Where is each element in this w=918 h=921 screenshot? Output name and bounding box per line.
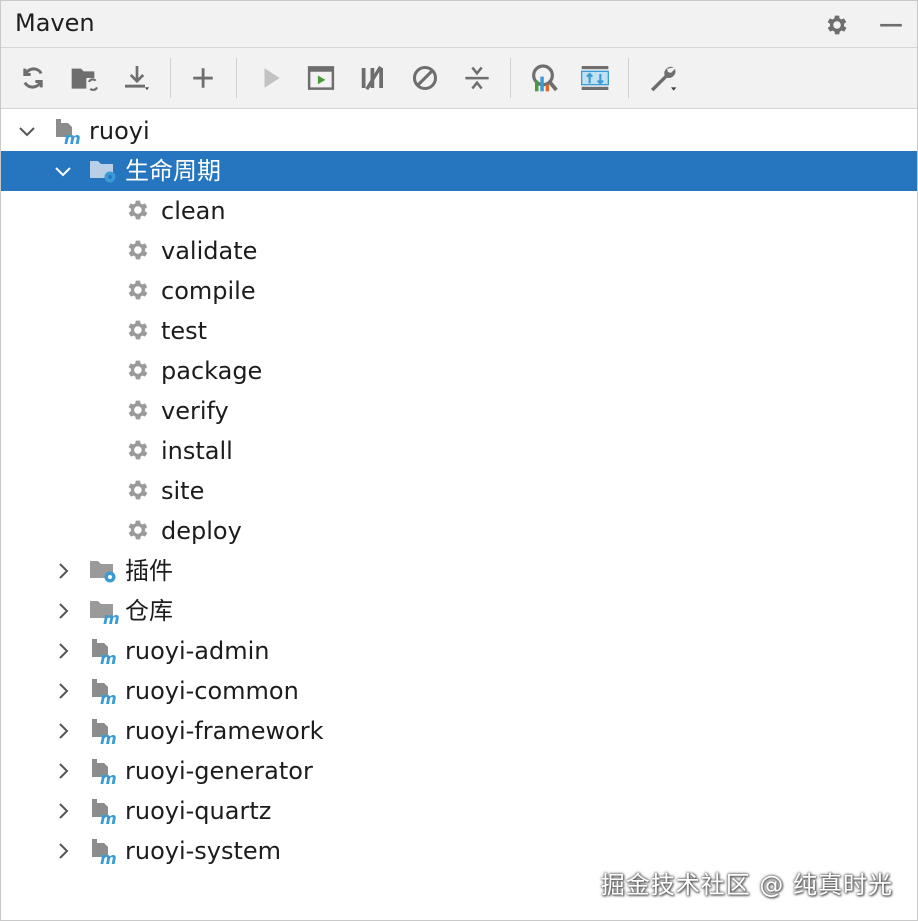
lifecycle-folder-icon: [89, 157, 117, 185]
svg-text:m: m: [100, 809, 117, 825]
plugins-folder-icon: [89, 557, 117, 585]
phase-label: deploy: [161, 517, 242, 545]
maven-module-icon: m: [89, 717, 117, 748]
tree-row-phase[interactable]: test: [1, 311, 917, 351]
maven-module-icon: m: [89, 637, 117, 668]
tree-row-module[interactable]: m ruoyi-common: [1, 671, 917, 711]
module-label: ruoyi-framework: [125, 717, 324, 745]
tree-row-repositories[interactable]: m 仓库: [1, 591, 917, 631]
chevron-right-icon[interactable]: [51, 839, 75, 863]
maven-module-icon: m: [89, 837, 117, 868]
toolbar-separator: [170, 58, 171, 98]
tree-row-phase[interactable]: install: [1, 431, 917, 471]
tree-row-phase[interactable]: package: [1, 351, 917, 391]
settings-wrench-icon[interactable]: [647, 62, 679, 94]
toolbar-separator: [236, 58, 237, 98]
gear-icon[interactable]: [823, 11, 851, 39]
tree-label-repositories: 仓库: [125, 597, 173, 625]
reload-icon[interactable]: [17, 62, 49, 94]
phase-label: verify: [161, 397, 229, 425]
analyze-dependencies-icon[interactable]: [527, 62, 559, 94]
phase-label: clean: [161, 197, 226, 225]
svg-text:m: m: [100, 649, 117, 665]
toolbar-separator: [628, 58, 629, 98]
svg-text:m: m: [64, 129, 81, 145]
tree-row-phase[interactable]: compile: [1, 271, 917, 311]
run-config-icon[interactable]: [305, 62, 337, 94]
chevron-right-icon[interactable]: [51, 639, 75, 663]
tree-row-phase[interactable]: deploy: [1, 511, 917, 551]
generate-sources-icon[interactable]: [69, 62, 101, 94]
toolbar-separator: [510, 58, 511, 98]
tree-row-phase[interactable]: site: [1, 471, 917, 511]
svg-text:m: m: [100, 729, 117, 745]
add-icon[interactable]: [187, 62, 219, 94]
phase-label: compile: [161, 277, 256, 305]
watermark: 掘金技术社区 @ 纯真时光: [600, 871, 893, 899]
maven-module-icon: m: [89, 677, 117, 708]
phase-label: package: [161, 357, 263, 385]
chevron-down-icon[interactable]: [51, 159, 75, 183]
tree-label-root: ruoyi: [89, 117, 150, 145]
gear-icon: [125, 277, 153, 305]
gear-icon: [125, 197, 153, 225]
gear-icon: [125, 437, 153, 465]
show-diagram-icon[interactable]: [579, 62, 611, 94]
collapse-all-icon[interactable]: [461, 62, 493, 94]
tree-row-module[interactable]: m ruoyi-generator: [1, 751, 917, 791]
tree-row-module[interactable]: m ruoyi-admin: [1, 631, 917, 671]
module-label: ruoyi-quartz: [125, 797, 272, 825]
run-icon[interactable]: [255, 62, 287, 94]
tree-row-root[interactable]: m ruoyi: [1, 111, 917, 151]
svg-text:m: m: [100, 769, 117, 785]
tree-row-plugins[interactable]: 插件: [1, 551, 917, 591]
phase-label: install: [161, 437, 233, 465]
toggle-offline-icon[interactable]: [357, 62, 389, 94]
maven-module-icon: m: [89, 797, 117, 828]
chevron-right-icon[interactable]: [51, 559, 75, 583]
maven-module-icon: m: [89, 757, 117, 788]
panel-title: Maven: [15, 9, 95, 37]
module-label: ruoyi-generator: [125, 757, 313, 785]
minimize-icon[interactable]: [877, 11, 905, 39]
tree-row-lifecycle[interactable]: 生命周期: [1, 151, 917, 191]
gear-icon: [125, 317, 153, 345]
phase-label: test: [161, 317, 208, 345]
maven-module-icon: m: [53, 117, 81, 148]
tree-row-module[interactable]: m ruoyi-framework: [1, 711, 917, 751]
chevron-right-icon[interactable]: [51, 799, 75, 823]
tree-row-phase[interactable]: validate: [1, 231, 917, 271]
tree-row-module[interactable]: m ruoyi-quartz: [1, 791, 917, 831]
module-label: ruoyi-system: [125, 837, 282, 865]
repositories-folder-icon: m: [89, 597, 120, 628]
chevron-right-icon[interactable]: [51, 759, 75, 783]
phase-label: validate: [161, 237, 258, 265]
tree-row-phase[interactable]: clean: [1, 191, 917, 231]
module-label: ruoyi-common: [125, 677, 299, 705]
gear-icon: [125, 397, 153, 425]
svg-text:m: m: [100, 689, 117, 705]
toolbar: [1, 48, 917, 109]
chevron-down-icon[interactable]: [15, 119, 39, 143]
tree-label-plugins: 插件: [125, 557, 173, 585]
gear-icon: [125, 357, 153, 385]
gear-icon: [125, 237, 153, 265]
svg-text:m: m: [100, 849, 117, 865]
chevron-right-icon[interactable]: [51, 679, 75, 703]
phase-label: site: [161, 477, 205, 505]
tree-row-phase[interactable]: verify: [1, 391, 917, 431]
gear-icon: [125, 517, 153, 545]
svg-text:m: m: [103, 609, 119, 625]
title-bar: Maven: [1, 1, 917, 48]
maven-tool-window: Maven m ruoyi 生命周期 clean validate compil…: [0, 0, 918, 921]
gear-icon: [125, 477, 153, 505]
tree-label-lifecycle: 生命周期: [125, 157, 221, 185]
download-icon[interactable]: [121, 62, 153, 94]
chevron-right-icon[interactable]: [51, 599, 75, 623]
module-label: ruoyi-admin: [125, 637, 270, 665]
chevron-right-icon[interactable]: [51, 719, 75, 743]
skip-tests-icon[interactable]: [409, 62, 441, 94]
